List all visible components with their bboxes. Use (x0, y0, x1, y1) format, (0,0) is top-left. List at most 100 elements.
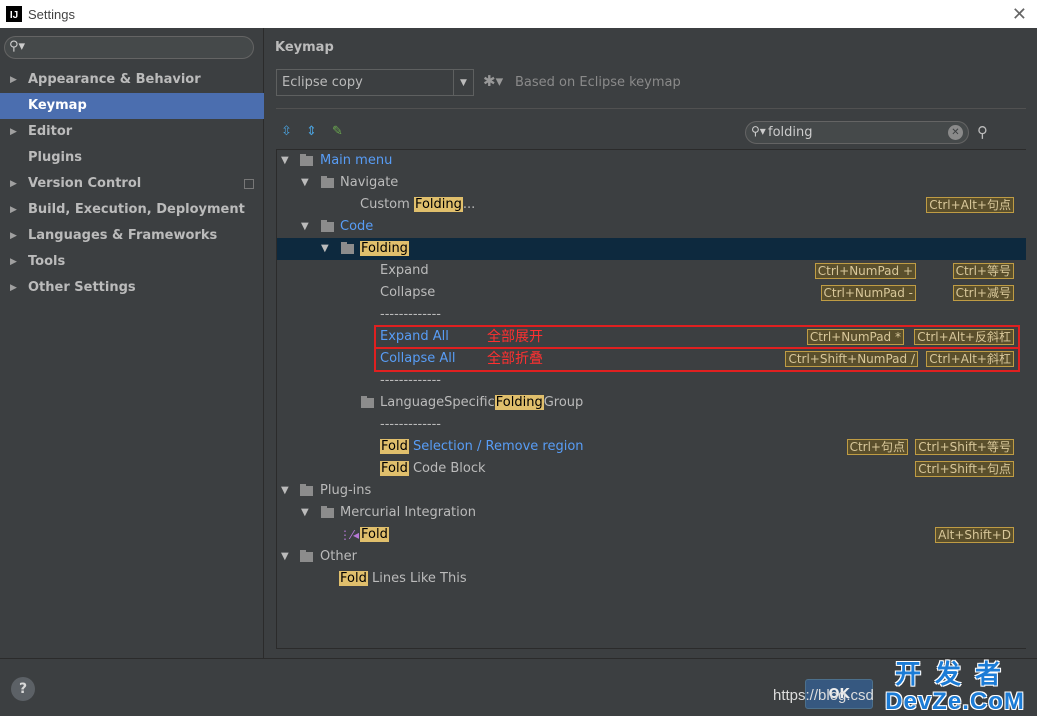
help-icon[interactable]: ? (11, 677, 35, 701)
tree-separator: ------------- (277, 370, 1026, 392)
tree-label: Expand (380, 263, 429, 278)
highlight-box-expand-all (374, 325, 1020, 349)
tree-row-custom-folding[interactable]: Custom Folding... Ctrl+Alt+句点 (277, 194, 1026, 216)
title-bar: IJ Settings ✕ (0, 0, 1037, 28)
tree-row-main-menu[interactable]: ▼ Main menu (277, 150, 1026, 172)
expand-arrow-icon[interactable]: ▼ (301, 172, 309, 194)
folder-icon (321, 220, 334, 232)
based-on-text: Based on Eclipse keymap (515, 75, 681, 90)
tree-label: Fold (360, 527, 389, 542)
tree-row-language-specific[interactable]: LanguageSpecificFoldingGroup (277, 392, 1026, 414)
tree-separator: ------------- (277, 304, 1026, 326)
intellij-logo-icon: IJ (6, 6, 22, 22)
expand-arrow-icon[interactable]: ▶ (10, 171, 17, 197)
expand-arrow-icon[interactable]: ▶ (10, 249, 17, 275)
folder-icon (341, 242, 354, 254)
expand-arrow-icon[interactable]: ▼ (281, 480, 289, 502)
sidebar-item-label: Editor (28, 124, 73, 139)
shortcut-badge: Ctrl+等号 (952, 263, 1014, 279)
search-icon: ⚲▾ (751, 124, 766, 138)
expand-arrow-icon[interactable]: ▼ (301, 502, 309, 524)
expand-arrow-icon[interactable]: ▶ (10, 119, 17, 145)
shortcut-badge: Ctrl+NumPad + (814, 263, 916, 279)
sidebar-item-label: Languages & Frameworks (28, 228, 218, 243)
keymap-dropdown-value: Eclipse copy (282, 75, 363, 90)
chevron-down-icon[interactable]: ▼ (453, 70, 473, 95)
sidebar-item-label: Version Control (28, 176, 142, 191)
tree-label: Mercurial Integration (340, 505, 476, 520)
expand-arrow-icon[interactable]: ▼ (281, 150, 289, 172)
sidebar-item-plugins[interactable]: Plugins (0, 145, 264, 171)
sidebar-item-label: Build, Execution, Deployment (28, 202, 245, 217)
tree-label: Fold Code Block (380, 461, 486, 476)
tree-label: LanguageSpecificFoldingGroup (380, 395, 584, 410)
sidebar-item-label: Keymap (28, 98, 87, 113)
expand-all-icon[interactable]: ⇳ (281, 124, 292, 139)
tree-row-folding[interactable]: ▼ Folding (277, 238, 1026, 260)
expand-arrow-icon[interactable]: ▼ (321, 238, 329, 260)
search-icon: ⚲▾ (9, 39, 26, 54)
keymap-filter-input[interactable] (768, 124, 938, 141)
divider (276, 108, 1026, 109)
sidebar-search-input[interactable] (29, 39, 249, 56)
tree-row-expand[interactable]: Expand Ctrl+NumPad + Ctrl+等号 (277, 260, 1026, 282)
folder-icon (361, 396, 374, 408)
tree-label: Fold Selection / Remove region (380, 439, 584, 454)
sidebar-search[interactable]: ⚲▾ (4, 36, 254, 59)
expand-arrow-icon[interactable]: ▶ (10, 67, 17, 93)
expand-arrow-icon[interactable]: ▶ (10, 223, 17, 249)
clear-icon[interactable]: ✕ (948, 125, 963, 140)
tree-row-navigate[interactable]: ▼ Navigate (277, 172, 1026, 194)
keymap-panel: Keymap Eclipse copy ▼ ✱▾ Based on Eclips… (265, 28, 1037, 658)
tree-row-mercurial-fold[interactable]: ⋮⁄◂ Fold Alt+Shift+D (277, 524, 1026, 546)
sidebar-item-editor[interactable]: ▶ Editor (0, 119, 264, 145)
sidebar-item-appearance[interactable]: ▶ Appearance & Behavior (0, 67, 264, 93)
shortcut-badge: Alt+Shift+D (935, 527, 1014, 543)
sidebar-item-label: Other Settings (28, 280, 136, 295)
shortcut-badge: Ctrl+Shift+等号 (915, 439, 1014, 455)
tree-label: Folding (360, 241, 409, 256)
tree-label: Fold Lines Like This (339, 571, 467, 586)
expand-arrow-icon[interactable]: ▼ (301, 216, 309, 238)
sidebar-item-languages[interactable]: ▶ Languages & Frameworks (0, 223, 264, 249)
edit-pencil-icon[interactable]: ✎ (332, 124, 343, 139)
window-title: Settings (28, 6, 75, 22)
gear-icon[interactable]: ✱▾ (483, 72, 503, 90)
menu-folder-icon (300, 154, 313, 166)
keymap-filter[interactable]: ⚲▾ ✕ (745, 121, 969, 144)
sidebar-item-keymap[interactable]: Keymap (0, 93, 264, 119)
sidebar-item-other-settings[interactable]: ▶ Other Settings (0, 275, 264, 301)
settings-sidebar: ⚲▾ ▶ Appearance & Behavior Keymap ▶ Edit… (0, 28, 264, 658)
expand-arrow-icon[interactable]: ▶ (10, 275, 17, 301)
collapse-all-icon[interactable]: ⇕ (306, 124, 317, 139)
sidebar-list: ▶ Appearance & Behavior Keymap ▶ Editor … (0, 67, 264, 301)
tree-label: Navigate (340, 175, 399, 190)
dialog-footer: ? OK https://blog.csd 开发者 DevZe.CoM (0, 658, 1037, 716)
tree-row-plugins[interactable]: ▼ Plug-ins (277, 480, 1026, 502)
tree-row-fold-lines[interactable]: Fold Lines Like This (277, 568, 1026, 590)
shortcut-badge: Ctrl+Shift+句点 (915, 461, 1014, 477)
tree-row-other[interactable]: ▼ Other (277, 546, 1026, 568)
shortcut-badge: Ctrl+NumPad - (820, 285, 916, 301)
expand-arrow-icon[interactable]: ▼ (281, 546, 289, 568)
sidebar-item-build[interactable]: ▶ Build, Execution, Deployment (0, 197, 264, 223)
tree-label: Main menu (320, 153, 393, 168)
close-icon[interactable]: ✕ (1012, 4, 1027, 25)
tree-row-code[interactable]: ▼ Code (277, 216, 1026, 238)
sidebar-item-version-control[interactable]: ▶ Version Control (0, 171, 264, 197)
expand-arrow-icon[interactable]: ▶ (10, 197, 17, 223)
shortcut-badge: Ctrl+减号 (952, 285, 1014, 301)
tree-row-mercurial[interactable]: ▼ Mercurial Integration (277, 502, 1026, 524)
separator-text: ------------- (380, 307, 441, 322)
separator-text: ------------- (380, 417, 441, 432)
sidebar-item-tools[interactable]: ▶ Tools (0, 249, 264, 275)
sidebar-item-label: Plugins (28, 150, 82, 165)
tree-row-fold-selection[interactable]: Fold Selection / Remove region Ctrl+句点 C… (277, 436, 1026, 458)
find-by-shortcut-icon[interactable]: ⚲ (977, 123, 988, 141)
tree-row-fold-code-block[interactable]: Fold Code Block Ctrl+Shift+句点 (277, 458, 1026, 480)
tree-label: Plug-ins (320, 483, 372, 498)
keymap-dropdown[interactable]: Eclipse copy ▼ (276, 69, 474, 96)
shortcut-badge: Ctrl+句点 (846, 439, 908, 455)
actions-tree: ▼ Main menu ▼ Navigate Custom Folding...… (276, 149, 1026, 649)
tree-row-collapse[interactable]: Collapse Ctrl+NumPad - Ctrl+减号 (277, 282, 1026, 304)
